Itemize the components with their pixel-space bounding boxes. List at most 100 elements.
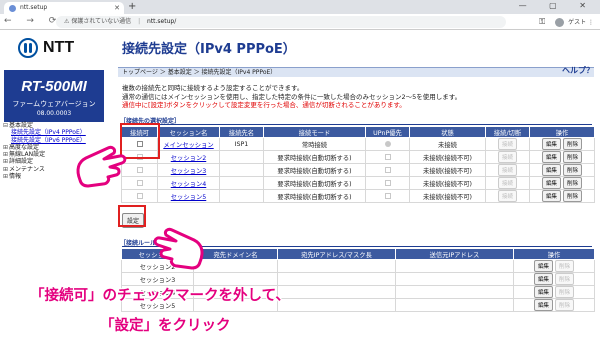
status-text: 未接続 — [409, 137, 486, 151]
browser-right-icons: ⚿ ゲスト ⋮ — [539, 16, 594, 29]
url-text: ntt.setup/ — [147, 18, 177, 25]
upnp-radio[interactable] — [384, 140, 391, 147]
table-row: セッション4 要求時接続(自動切断する) 未接続(接続不可) 接続 編集 削除 — [121, 176, 595, 190]
col-header: 接続先名 — [219, 126, 264, 138]
close-tab-icon[interactable]: ✕ — [114, 2, 120, 14]
session-name-link[interactable]: セッション2 — [171, 155, 207, 162]
dest-name — [219, 163, 264, 177]
firmware-label: ファームウェアバージョン — [12, 100, 96, 108]
key-icon[interactable]: ⚿ — [539, 17, 545, 26]
edit-button[interactable]: 編集 — [541, 138, 561, 150]
connect-button[interactable]: 接続 — [497, 177, 517, 189]
table-row: メインセッション ISP1 常時接続 未接続 接続 編集 削除 — [121, 137, 595, 151]
highlight-set-button-box — [118, 205, 146, 227]
session-name-link[interactable]: メインセッション — [163, 142, 213, 149]
upnp-checkbox[interactable] — [384, 153, 391, 160]
url-field[interactable]: ⚠ 保護されていない通信 | ntt.setup/ — [56, 16, 506, 28]
window-controls[interactable]: — ▢ ✕ — [519, 1, 596, 10]
delete-button[interactable]: 削除 — [563, 138, 583, 150]
session-name-link[interactable]: セッション5 — [171, 194, 207, 201]
menu-icon[interactable]: ⋮ — [588, 19, 594, 26]
delete-button[interactable]: 削除 — [555, 286, 575, 298]
ntt-logo-icon — [18, 38, 38, 58]
delete-button[interactable]: 削除 — [555, 260, 575, 272]
new-tab-button[interactable]: + — [128, 1, 136, 12]
section-divider — [122, 124, 592, 125]
connect-button[interactable]: 接続 — [497, 164, 517, 176]
description-line-1: 複数の接続先と同時に接続するよう設定することができます。 — [122, 84, 304, 92]
warning-text: 通信中に[設定]ボタンをクリックして設定変更を行った場合、通信が切断されることが… — [122, 101, 406, 109]
table-row: セッション5 要求時接続(自動切断する) 未接続(接続不可) 接続 編集 削除 — [121, 189, 595, 203]
collapse-icon: ⊟ — [3, 122, 9, 129]
col-header: 操作 — [513, 248, 595, 260]
edit-button[interactable]: 編集 — [533, 260, 553, 272]
expand-icon: ⊞ — [3, 165, 9, 173]
logo-text: NTT — [43, 39, 75, 56]
delete-button[interactable]: 削除 — [555, 299, 575, 311]
edit-button[interactable]: 編集 — [541, 177, 561, 189]
connection-mode: 要求時接続(自動切断する) — [263, 176, 366, 190]
edit-button[interactable]: 編集 — [541, 190, 561, 202]
status-text: 未接続(接続不可) — [409, 189, 486, 203]
navigation-icons[interactable]: ← → ⟳ — [4, 16, 62, 26]
enable-checkbox[interactable] — [136, 192, 143, 199]
dest-name — [219, 189, 264, 203]
dest-name — [219, 176, 264, 190]
table-row: セッション2 要求時接続(自動切断する) 未接続(接続不可) 接続 編集 削除 — [121, 150, 595, 164]
status-text: 未接続(接続不可) — [409, 163, 486, 177]
status-text: 未接続(接続不可) — [409, 150, 486, 164]
enable-checkbox[interactable] — [136, 179, 143, 186]
edit-button[interactable]: 編集 — [541, 151, 561, 163]
tab-title: ntt.setup — [20, 4, 48, 11]
col-header: 送信元IPアドレス — [395, 248, 514, 260]
connect-button[interactable]: 接続 — [497, 138, 517, 150]
description-line-2: 通常の通信にはメインセッションを使用し、指定した特定の条件に一致した場合のみセッ… — [122, 92, 462, 101]
description: 複数の接続先と同時に接続するよう設定することができます。 通常の通信にはメインセ… — [122, 84, 461, 110]
connection-mode: 要求時接続(自動切断する) — [263, 189, 366, 203]
session-name-link[interactable]: セッション4 — [171, 181, 207, 188]
browser-tabbar: ntt.setup ✕ + — ▢ ✕ — [0, 0, 600, 14]
expand-icon: ⊞ — [3, 173, 9, 181]
delete-button[interactable]: 削除 — [563, 177, 583, 189]
browser-tab[interactable]: ntt.setup ✕ — [4, 2, 124, 14]
ntt-logo: NTT — [18, 38, 98, 60]
help-link[interactable]: ヘルプ？ — [562, 65, 594, 76]
session-name-link[interactable]: セッション3 — [171, 168, 207, 175]
col-header: 状態 — [409, 126, 486, 138]
page-title: 接続先設定（IPv4 PPPoE） — [122, 42, 296, 57]
col-header: セッション名 — [157, 126, 220, 138]
edit-button[interactable]: 編集 — [533, 286, 553, 298]
delete-button[interactable]: 削除 — [555, 273, 575, 285]
connection-mode: 要求時接続(自動切断する) — [263, 163, 366, 177]
model-box: RT-500MI ファームウェアバージョン 08.00.0003 — [4, 70, 104, 122]
dest-name — [219, 150, 264, 164]
edit-button[interactable]: 編集 — [533, 273, 553, 285]
delete-button[interactable]: 削除 — [563, 151, 583, 163]
model-name: RT-500MI — [21, 78, 87, 95]
address-bar: ← → ⟳ ⚠ 保護されていない通信 | ntt.setup/ ⚿ ゲスト ⋮ — [0, 14, 600, 30]
upnp-checkbox[interactable] — [384, 166, 391, 173]
connect-button[interactable]: 接続 — [497, 190, 517, 202]
delete-button[interactable]: 削除 — [563, 164, 583, 176]
profile-icon[interactable] — [555, 18, 565, 27]
connect-button[interactable]: 接続 — [497, 151, 517, 163]
warning-icon: ⚠ — [64, 18, 70, 25]
connection-mode: 要求時接続(自動切断する) — [263, 150, 366, 164]
instruction-caption-1: 「接続可」のチェックマークを外して、 — [30, 288, 290, 304]
upnp-checkbox[interactable] — [384, 192, 391, 199]
firmware-version: 08.00.0003 — [36, 110, 72, 117]
col-header: UPnP優先 — [365, 126, 410, 138]
dest-name: ISP1 — [219, 137, 264, 151]
delete-button[interactable]: 削除 — [563, 190, 583, 202]
sidebar-item-ipv4-pppoe[interactable]: 接続先設定（IPv4 PPPoE） — [3, 129, 86, 136]
breadcrumb[interactable]: トップページ ＞ 基本設定 ＞ 接続先設定（IPv4 PPPoE） — [118, 67, 594, 77]
col-header: 接続モード — [263, 126, 366, 138]
guest-label[interactable]: ゲスト — [568, 19, 586, 26]
favicon-icon — [9, 5, 16, 12]
expand-icon: ⊞ — [3, 143, 9, 151]
enable-checkbox[interactable] — [136, 166, 143, 173]
edit-button[interactable]: 編集 — [541, 164, 561, 176]
edit-button[interactable]: 編集 — [533, 299, 553, 311]
upnp-checkbox[interactable] — [384, 179, 391, 186]
table-header-row: 接続可 セッション名 接続先名 接続モード UPnP優先 状態 接続/切断 操作 — [121, 126, 595, 138]
